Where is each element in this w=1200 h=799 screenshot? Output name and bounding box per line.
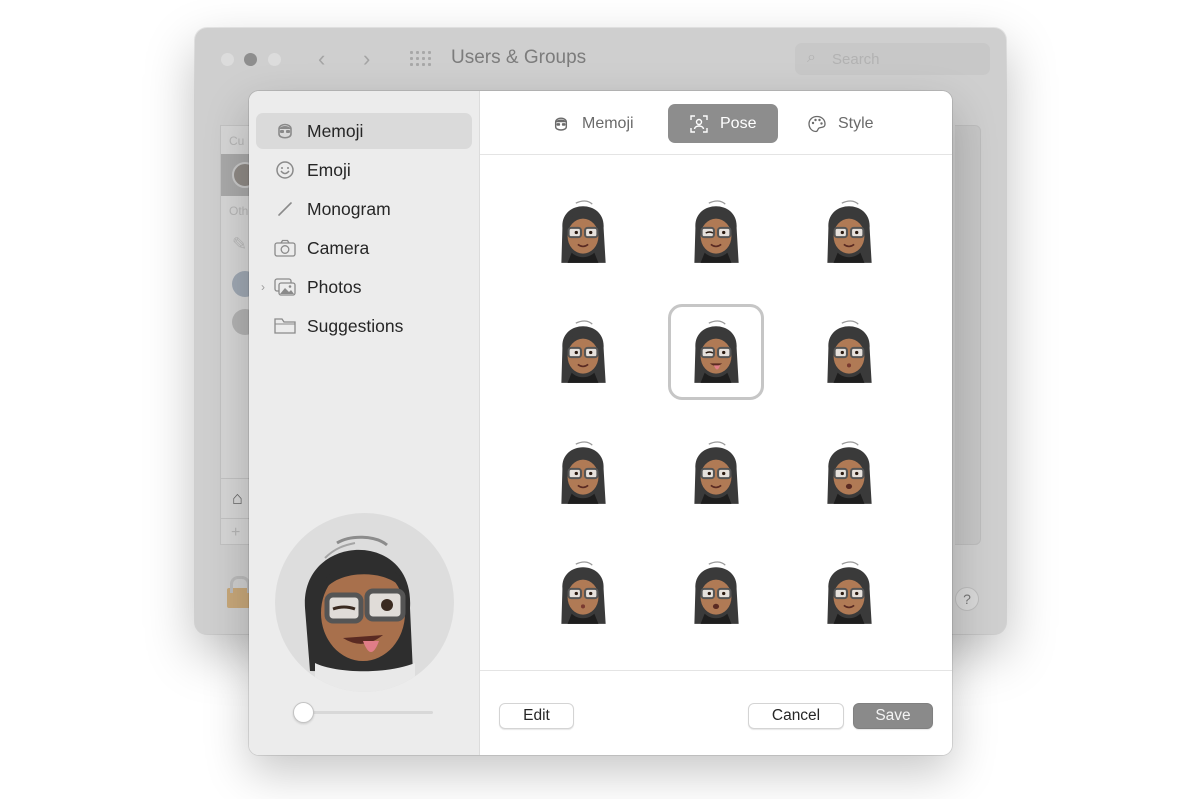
pose-option-wink-smirk[interactable] — [668, 184, 764, 280]
memoji-pose-image — [827, 441, 872, 504]
sidebar-item-photos[interactable]: › Photos — [256, 269, 472, 305]
pose-option-smile-closed[interactable] — [535, 184, 631, 280]
sidebar-item-label: Monogram — [307, 198, 391, 219]
tab-memoji[interactable]: Memoji — [552, 104, 652, 143]
memoji-pose-image — [694, 320, 739, 383]
size-slider[interactable] — [293, 701, 434, 723]
back-chevron-icon[interactable]: ‹ — [318, 45, 325, 73]
sidebar-item-label: Photos — [307, 276, 362, 297]
camera-icon — [274, 237, 296, 259]
tab-style[interactable]: Style — [808, 104, 898, 143]
zoom-window-button[interactable] — [268, 53, 281, 66]
search-icon: ⌕ — [807, 49, 816, 66]
pose-option-kiss[interactable] — [535, 545, 631, 641]
memoji-pose-image — [561, 320, 606, 383]
current-user-label: Cu — [229, 134, 245, 148]
pencil-line-icon — [274, 198, 296, 220]
other-users-label: Oth — [229, 204, 249, 218]
pose-option-smirk-look-up[interactable] — [801, 545, 897, 641]
search-field[interactable]: ⌕ Search — [795, 43, 990, 75]
sidebar-item-camera[interactable]: Camera — [256, 230, 472, 266]
save-button[interactable]: Save — [853, 703, 933, 729]
edit-button[interactable]: Edit — [499, 703, 574, 729]
disclosure-chevron-icon[interactable]: › — [261, 280, 265, 294]
pose-option-surprised[interactable] — [801, 425, 897, 521]
palette-icon — [808, 115, 826, 133]
tab-pose[interactable]: Pose — [668, 104, 778, 143]
folder-icon — [274, 315, 296, 337]
memoji-pose-image — [827, 320, 872, 383]
memoji-pose-image — [561, 561, 606, 624]
lock-icon[interactable] — [227, 576, 251, 608]
tab-label: Pose — [720, 114, 757, 132]
pose-option-wink-tongue-out[interactable] — [668, 304, 764, 400]
add-user-plus-icon[interactable]: + — [231, 524, 240, 542]
login-options-house-icon[interactable]: ⌂ — [232, 488, 243, 509]
memoji-pose-image — [561, 200, 606, 263]
pose-option-look-sideways[interactable] — [535, 425, 631, 521]
sidebar-item-monogram[interactable]: Monogram — [256, 191, 472, 227]
sheet-footer: Edit Cancel Save — [480, 670, 952, 755]
tab-bar: Memoji Pose Style — [480, 91, 952, 155]
memoji-preview — [275, 513, 454, 692]
slider-knob[interactable] — [293, 702, 314, 723]
minimize-window-button[interactable] — [244, 53, 257, 66]
user-details-panel — [955, 125, 981, 545]
pose-option-look-up[interactable] — [801, 184, 897, 280]
pose-grid — [480, 156, 952, 670]
smiley-icon — [274, 159, 296, 181]
memoji-pose-image — [694, 561, 739, 624]
slider-track[interactable] — [303, 711, 433, 714]
tab-label: Style — [838, 114, 874, 132]
memoji-pose-image — [827, 200, 872, 263]
sheet-sidebar: Memoji Emoji Monogram Camera › Photos Su… — [249, 91, 480, 755]
memoji-pose-image — [694, 200, 739, 263]
pose-option-grin-look-up[interactable] — [668, 545, 764, 641]
window-title: Users & Groups — [451, 47, 587, 68]
forward-chevron-icon[interactable]: › — [363, 45, 370, 73]
sidebar-item-label: Emoji — [307, 159, 351, 180]
sheet-main: Memoji Pose Style Edit Cancel Save — [480, 91, 952, 755]
picture-picker-sheet: Memoji Emoji Monogram Camera › Photos Su… — [249, 91, 952, 755]
sidebar-item-label: Suggestions — [307, 315, 404, 336]
pose-option-pout-look-up[interactable] — [801, 304, 897, 400]
search-placeholder: Search — [832, 51, 880, 68]
memoji-pose-image — [561, 441, 606, 504]
memoji-face-icon — [274, 120, 296, 142]
memoji-pose-image — [694, 441, 739, 504]
memoji-preview-image — [304, 535, 415, 692]
photos-icon — [274, 276, 296, 298]
pose-option-side-glance[interactable] — [535, 304, 631, 400]
close-window-button[interactable] — [221, 53, 234, 66]
pose-frame-icon — [690, 114, 708, 133]
cancel-button[interactable]: Cancel — [748, 703, 844, 729]
sidebar-item-label: Camera — [307, 237, 370, 258]
tab-label: Memoji — [582, 114, 634, 132]
sidebar-item-emoji[interactable]: Emoji — [256, 152, 472, 188]
sidebar-item-label: Memoji — [307, 120, 364, 141]
memoji-pose-image — [827, 561, 872, 624]
memoji-face-icon — [552, 115, 570, 133]
pose-option-content-smile[interactable] — [668, 425, 764, 521]
show-all-grid-icon[interactable] — [410, 51, 431, 67]
sidebar-item-suggestions[interactable]: Suggestions — [256, 308, 472, 344]
help-button[interactable]: ? — [955, 587, 979, 611]
sidebar-item-memoji[interactable]: Memoji — [256, 113, 472, 149]
title-bar: ‹ › Users & Groups ⌕ Search — [195, 28, 1006, 92]
